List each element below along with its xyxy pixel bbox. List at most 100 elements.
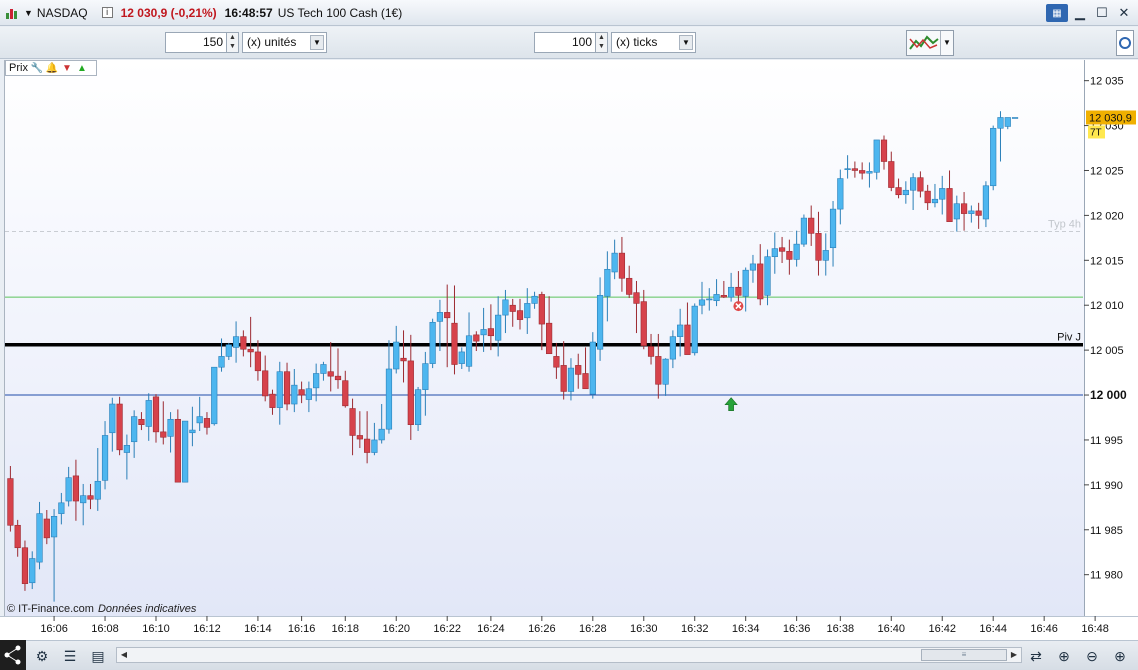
y-tick-label: 11 990 <box>1090 480 1123 492</box>
candle-body <box>611 252 618 273</box>
y-tick-label: 12 035 <box>1090 76 1124 88</box>
y-tick-label: 12 000 <box>1090 388 1127 402</box>
level-label: Piv J <box>1057 332 1081 344</box>
candle-body <box>364 438 371 453</box>
candle-body <box>815 233 822 261</box>
candle-body <box>393 341 400 370</box>
candle-body <box>662 358 669 385</box>
candle-body <box>800 217 808 245</box>
y-tick-label: 11 985 <box>1090 525 1123 537</box>
candle-body <box>516 310 524 320</box>
share-icon[interactable] <box>0 640 26 670</box>
candle-body <box>902 189 909 196</box>
candle-body <box>94 480 101 500</box>
candle-body <box>713 294 720 302</box>
candle-body <box>691 305 698 354</box>
x-tick-label: 16:48 <box>1081 623 1109 635</box>
y-tick-label: 12 020 <box>1090 210 1124 222</box>
sell-order-icon[interactable]: ▼ <box>61 62 73 74</box>
candle-body <box>429 321 436 364</box>
candle-body <box>123 445 130 453</box>
candle-body <box>1011 117 1019 119</box>
list-icon[interactable]: ▤ <box>88 646 108 666</box>
zoom-in-icon[interactable]: ⊕ <box>1110 646 1130 666</box>
candle-body <box>553 356 560 368</box>
candle-body <box>873 139 880 173</box>
time-scrollbar[interactable]: ◀ ≡ ▶ <box>116 647 1022 663</box>
y-tick-label: 12 025 <box>1090 165 1124 177</box>
candle-body <box>218 356 225 368</box>
x-tick-label: 16:46 <box>1030 623 1058 635</box>
scroll-right-icon[interactable]: ▶ <box>1008 649 1020 661</box>
candle-body <box>109 403 116 434</box>
layers-icon[interactable]: ☰ <box>60 646 80 666</box>
bell-icon[interactable]: 🔔 <box>46 62 58 74</box>
candle-body <box>225 344 232 357</box>
copyright-disclaimer: Données indicatives <box>97 603 197 615</box>
candle-body <box>960 203 968 214</box>
candle-body <box>131 416 138 443</box>
candle-body <box>567 367 575 392</box>
x-tick-label: 16:18 <box>332 623 360 635</box>
candle-body <box>939 188 946 200</box>
x-tick-label: 16:40 <box>878 623 906 635</box>
candle-body <box>575 365 582 375</box>
candle-body <box>982 185 990 220</box>
bottom-toolbar: ⚙ ☰ ▤ ◀ ≡ ▶ ⇄ ⊕ ⊖ ⊕ <box>0 640 1138 670</box>
candle-body <box>262 370 269 397</box>
candle-body <box>786 251 793 260</box>
zoom-out-icon[interactable]: ⊖ <box>1082 646 1102 666</box>
candle-body <box>684 324 691 355</box>
candle-body <box>778 247 786 252</box>
price-legend: Prix 🔧 🔔 ▼ ▲ <box>5 60 97 76</box>
candle-body <box>844 168 851 170</box>
candle-body <box>327 371 334 377</box>
candle-body <box>509 304 516 312</box>
candle-body <box>36 513 43 563</box>
candle-body <box>626 277 633 295</box>
scrollbar-thumb[interactable]: ≡ <box>921 649 1007 661</box>
candle-body <box>560 365 567 392</box>
candle-body <box>422 363 429 390</box>
candle-body <box>203 418 211 428</box>
candle-body <box>43 518 50 539</box>
candle-body <box>764 256 771 296</box>
candle-body <box>706 298 713 301</box>
candle-body <box>232 336 240 348</box>
candle-body <box>997 117 1004 129</box>
candle-body <box>837 178 844 210</box>
x-tick-label: 16:14 <box>244 623 272 635</box>
candle-body <box>910 177 917 191</box>
candle-body <box>196 416 203 424</box>
candle-body <box>968 210 975 214</box>
candle-body <box>116 403 123 451</box>
compare-icon[interactable]: ⇄ <box>1026 646 1046 666</box>
y-tick-label: 12 005 <box>1090 345 1124 357</box>
candle-body <box>859 170 866 174</box>
y-tick-label: 12 015 <box>1090 255 1124 267</box>
candle-body <box>65 477 72 502</box>
copyright-note: © IT-Finance.com Données indicatives <box>7 603 196 615</box>
candle-body <box>633 292 640 304</box>
candle-body <box>101 435 109 481</box>
candle-body <box>546 322 553 355</box>
zoom-reset-icon[interactable]: ⊕ <box>1054 646 1074 666</box>
buy-order-icon[interactable]: ▲ <box>76 62 88 74</box>
wrench-icon[interactable]: 🔧 <box>31 62 43 74</box>
candle-body <box>407 360 414 425</box>
x-tick-label: 16:42 <box>928 623 956 635</box>
x-tick-label: 16:34 <box>732 623 760 635</box>
scroll-left-icon[interactable]: ◀ <box>118 649 130 661</box>
candle-body <box>735 286 742 296</box>
candle-body <box>640 301 647 346</box>
candle-body <box>720 295 727 298</box>
candle-body <box>247 348 254 353</box>
candle-body <box>829 208 837 249</box>
candle-body <box>14 524 21 549</box>
candle-body <box>888 161 895 188</box>
candle-body <box>531 295 538 304</box>
tools-icon[interactable]: ⚙ <box>32 646 52 666</box>
candle-body <box>189 429 196 434</box>
candle-body <box>167 418 174 437</box>
candle-body <box>80 495 87 504</box>
